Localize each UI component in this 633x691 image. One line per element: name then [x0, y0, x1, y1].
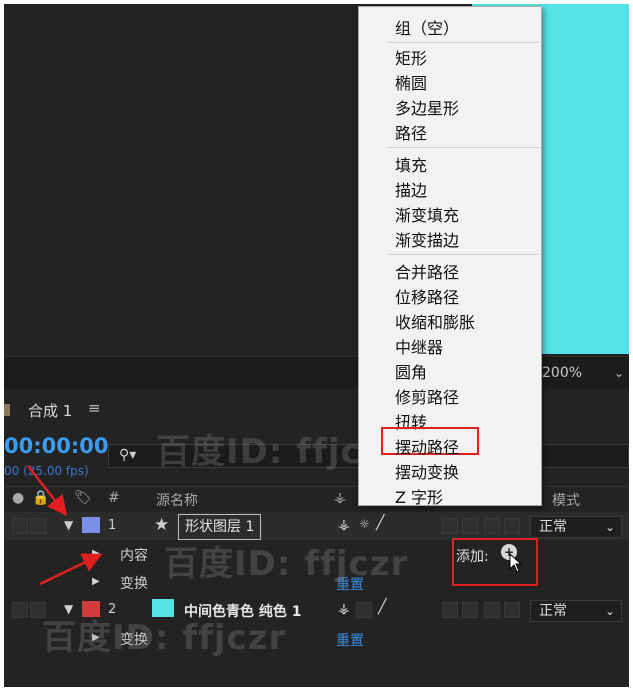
blend-mode-dropdown[interactable]: 正常 ⌄	[530, 600, 622, 622]
shy-switch-icon[interactable]: ⚶	[338, 517, 350, 533]
collapse-switch[interactable]	[356, 602, 372, 618]
menu-item-merge-paths[interactable]: 合并路径	[395, 259, 459, 283]
fx-switch[interactable]	[442, 518, 458, 534]
panel-menu-icon[interactable]: ≡	[88, 399, 101, 417]
collapse-switch-icon[interactable]: ☼	[359, 517, 370, 531]
menu-item-offset-paths[interactable]: 位移路径	[395, 284, 459, 308]
column-number[interactable]: #	[108, 490, 120, 506]
tab-composition[interactable]: 合成 1	[28, 400, 72, 421]
menu-separator	[389, 42, 539, 43]
motion-blur-switch[interactable]	[462, 518, 478, 534]
reset-link[interactable]: 重置	[336, 630, 364, 650]
zoom-value: 200%	[542, 365, 583, 381]
menu-item-group-empty[interactable]: 组（空）	[395, 15, 459, 39]
menu-item-wiggle-transform[interactable]: 摆动变换	[395, 459, 459, 483]
frame-rate: 00 (25.00 fps)	[4, 464, 89, 478]
menu-separator	[389, 254, 539, 255]
fx-switch[interactable]	[442, 602, 458, 618]
lock-icon[interactable]: 🔒	[32, 490, 49, 506]
menu-item-zig-zag[interactable]: Z 字形	[395, 484, 443, 508]
blend-mode-value: 正常	[539, 603, 567, 619]
adjustment-switch[interactable]	[484, 602, 500, 618]
adjustment-switch[interactable]	[484, 518, 500, 534]
menu-item-polystar[interactable]: 多边星形	[395, 95, 459, 119]
search-icon: ⚲▾	[119, 447, 137, 463]
av-switch[interactable]	[12, 518, 28, 534]
chevron-down-icon: ⌄	[604, 520, 615, 534]
menu-separator	[389, 147, 539, 148]
menu-item-wiggle-paths[interactable]: 摆动路径	[395, 434, 459, 458]
mouse-cursor-icon	[509, 553, 523, 573]
3d-switch[interactable]	[504, 602, 520, 618]
av-switch[interactable]	[12, 602, 28, 618]
current-time[interactable]: 00:00:00	[4, 434, 108, 458]
menu-item-round-corners[interactable]: 圆角	[395, 359, 427, 383]
label-tag-icon[interactable]: 🏷	[74, 490, 92, 506]
menu-item-gradient-stroke[interactable]: 渐变描边	[395, 227, 459, 251]
eye-icon[interactable]: ●	[12, 490, 24, 506]
contents-label: 内容	[120, 548, 148, 564]
menu-item-fill[interactable]: 填充	[395, 152, 427, 176]
chevron-down-icon: ⌄	[613, 366, 624, 380]
column-mode[interactable]: 模式	[552, 490, 580, 510]
comp-color-swatch	[4, 404, 10, 416]
shape-layer-star-icon: ★	[154, 515, 170, 535]
chevron-down-icon: ⌄	[604, 604, 615, 618]
zoom-dropdown[interactable]: 200% ⌄	[542, 363, 626, 383]
layer-label-color[interactable]	[82, 517, 100, 533]
lock-switch[interactable]	[30, 518, 46, 534]
add-context-menu: 组（空） 矩形 椭圆 多边星形 路径 填充 描边 渐变填充 渐变描边 合并路径 …	[358, 6, 542, 508]
watermark: 百度ID: ffjczr	[42, 618, 287, 658]
watermark: 百度ID: ffjczr	[164, 544, 409, 584]
menu-item-gradient-fill[interactable]: 渐变填充	[395, 202, 459, 226]
menu-item-stroke[interactable]: 描边	[395, 177, 427, 201]
switches-icon[interactable]: ⚶	[334, 490, 346, 506]
quality-switch-icon[interactable]: ╱	[378, 599, 386, 615]
menu-item-rectangle[interactable]: 矩形	[395, 45, 427, 69]
menu-item-path[interactable]: 路径	[395, 120, 427, 144]
blend-mode-dropdown[interactable]: 正常 ⌄	[530, 516, 622, 538]
add-label: 添加:	[456, 549, 489, 565]
menu-item-repeater[interactable]: 中继器	[395, 334, 443, 358]
layer-number: 1	[108, 518, 117, 533]
motion-blur-switch[interactable]	[462, 602, 478, 618]
menu-item-trim-paths[interactable]: 修剪路径	[395, 384, 459, 408]
3d-switch[interactable]	[504, 518, 520, 534]
column-source-name[interactable]: 源名称	[156, 490, 198, 510]
shy-switch-icon[interactable]: ⚶	[338, 601, 350, 617]
collapse-triangle-icon[interactable]: ▼	[64, 518, 73, 532]
menu-item-ellipse[interactable]: 椭圆	[395, 70, 427, 94]
menu-item-pucker-bloat[interactable]: 收缩和膨胀	[395, 309, 475, 333]
transform-label: 变换	[120, 576, 148, 592]
blend-mode-value: 正常	[539, 519, 567, 535]
quality-switch-icon[interactable]: ╱	[376, 515, 384, 531]
expand-triangle-icon[interactable]: ▶	[92, 576, 100, 587]
expand-triangle-icon[interactable]: ▶	[92, 548, 100, 559]
